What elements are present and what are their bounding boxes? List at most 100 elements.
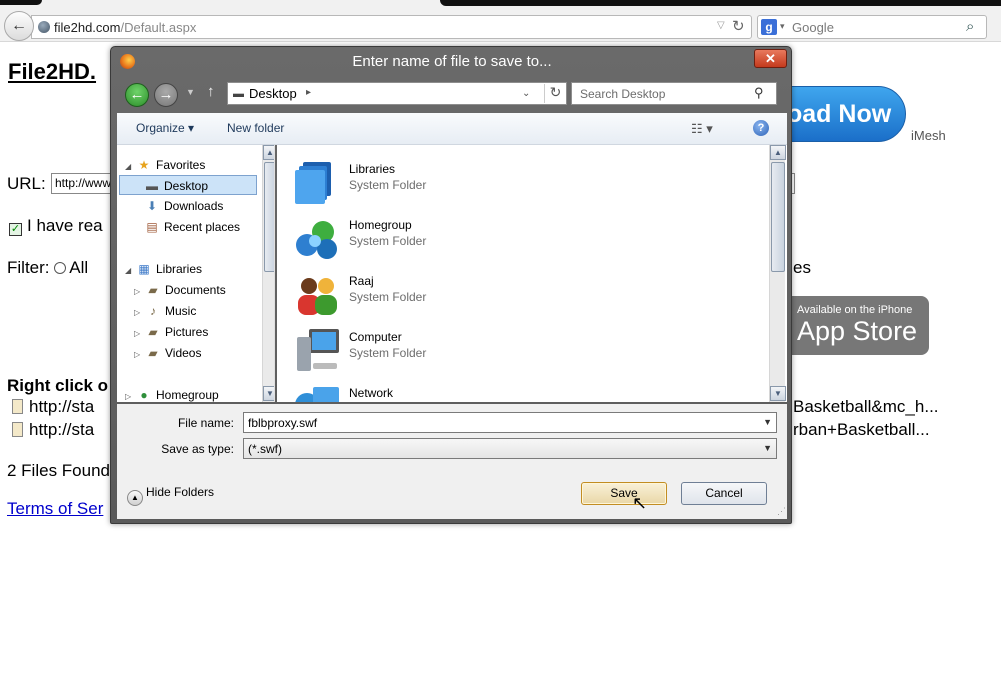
dialog-footer: ▲ Hide Folders Save Cancel ↖ ⋰: [117, 469, 787, 519]
change-view-icon[interactable]: ☷ ▾: [691, 121, 713, 137]
nav-favorites[interactable]: ◢ ★ Favorites: [125, 155, 205, 175]
nav-desktop[interactable]: ▬ Desktop: [119, 175, 257, 195]
browser-toolbar: file2hd.com/Default.aspx ▽ ↻ ← g ▾ Googl…: [0, 0, 1001, 42]
scroll-thumb[interactable]: [264, 162, 274, 272]
nav-pane-scrollbar[interactable]: ▲ ▼: [262, 145, 274, 402]
refresh-icon[interactable]: ↻: [544, 84, 566, 103]
recent-locations-dropdown-icon[interactable]: ▼: [186, 87, 195, 97]
music-icon: ♪: [150, 304, 156, 318]
files-found-text: 2 Files Found: [7, 461, 110, 480]
nav-pictures[interactable]: ▷ ▰ Pictures: [134, 322, 208, 342]
new-folder-button[interactable]: New folder: [227, 121, 284, 135]
nav-libraries[interactable]: ◢ ▦ Libraries: [125, 259, 202, 279]
agree-row: ✓ I have rea: [9, 216, 103, 236]
filter-row: Filter: All: [7, 258, 88, 278]
nav-homegroup[interactable]: ▷ ● Homegroup: [125, 385, 219, 402]
nav-libraries-label: Libraries: [156, 262, 203, 276]
scroll-down-icon[interactable]: ▼: [770, 386, 786, 401]
filter-right-text: es: [793, 258, 811, 277]
dialog-search-input[interactable]: Search Desktop ⚲: [571, 82, 777, 105]
organize-button[interactable]: Organize ▾: [136, 121, 194, 135]
libraries-folder-icon: [295, 162, 331, 204]
app-store-badge[interactable]: Available on the iPhone App Store: [784, 296, 929, 355]
breadcrumb-desktop[interactable]: Desktop: [249, 86, 297, 101]
user-folder-icon: [298, 278, 337, 315]
save-type-label: Save as type:: [161, 442, 234, 456]
collapsed-arrow-icon[interactable]: ▷: [134, 303, 145, 323]
file-link[interactable]: http://sta: [12, 420, 94, 440]
breadcrumb-dropdown-icon[interactable]: ⌄: [522, 88, 530, 99]
dialog-nav-row: ← → ▼ ↑ ▬ Desktop ▸ ⌄ ↻ Search Desktop ⚲: [117, 77, 787, 111]
nav-music[interactable]: ▷ ♪ Music: [134, 301, 196, 321]
dialog-back-button[interactable]: ←: [125, 83, 149, 107]
cancel-button[interactable]: Cancel: [681, 482, 767, 505]
file-link-tail[interactable]: rban+Basketball...: [793, 420, 930, 440]
collapsed-arrow-icon[interactable]: ▷: [134, 324, 145, 344]
search-placeholder: Google: [792, 20, 834, 35]
scroll-down-icon[interactable]: ▼: [263, 386, 274, 401]
site-title[interactable]: File2HD.: [8, 59, 96, 85]
file-list-scrollbar[interactable]: ▲ ▼: [769, 145, 786, 402]
agree-text: I have rea: [27, 216, 103, 235]
help-icon[interactable]: ?: [753, 120, 769, 136]
dialog-forward-button[interactable]: →: [154, 83, 178, 107]
chevron-down-icon[interactable]: ▼: [763, 443, 772, 453]
reload-icon[interactable]: ↻: [732, 17, 745, 35]
mouse-cursor-icon: ↖: [632, 493, 648, 513]
right-click-heading: Right click o: [7, 376, 109, 395]
filter-all-radio[interactable]: [54, 262, 67, 274]
scroll-up-icon[interactable]: ▲: [770, 145, 786, 160]
file-link-text[interactable]: http://sta: [29, 397, 94, 416]
save-button[interactable]: Save: [581, 482, 667, 505]
globe-icon: [38, 21, 50, 33]
breadcrumb-chevron-icon[interactable]: ▸: [306, 87, 311, 98]
computer-icon: [297, 329, 339, 371]
expand-arrow-icon[interactable]: ◢: [125, 261, 136, 281]
tab-strip: [0, 0, 1001, 6]
terms-link[interactable]: Terms of Ser: [7, 499, 103, 519]
search-icon[interactable]: ⌕: [966, 18, 974, 35]
breadcrumb[interactable]: ▬ Desktop ▸ ⌄ ↻: [227, 82, 567, 105]
collapsed-arrow-icon[interactable]: ▷: [134, 345, 145, 365]
scroll-up-icon[interactable]: ▲: [263, 145, 274, 160]
up-folder-icon[interactable]: ↑: [207, 83, 215, 100]
tab-strip-left: [0, 0, 42, 5]
address-bar[interactable]: file2hd.com/Default.aspx ▽ ↻: [31, 15, 752, 39]
url-input[interactable]: http://www: [51, 173, 111, 194]
scroll-thumb[interactable]: [771, 162, 785, 272]
file-name-input[interactable]: fblbproxy.swf ▼: [243, 412, 777, 433]
collapsed-arrow-icon[interactable]: ▷: [134, 282, 145, 302]
nav-documents-label: Documents: [165, 283, 226, 297]
file-name-value[interactable]: fblbproxy.swf: [248, 416, 317, 430]
nav-recent-places[interactable]: ▤ Recent places: [144, 217, 240, 237]
file-name: Raaj: [349, 274, 374, 288]
url-label: URL:: [7, 174, 46, 193]
nav-downloads[interactable]: ⬇ Downloads: [144, 196, 223, 216]
agree-checkbox[interactable]: ✓: [9, 223, 22, 236]
nav-videos[interactable]: ▷ ▰ Videos: [134, 343, 201, 363]
resize-grip-icon[interactable]: ⋰: [777, 506, 786, 517]
videos-icon: ▰: [148, 346, 158, 360]
save-type-select[interactable]: (*.swf) ▼: [243, 438, 777, 459]
history-dropdown-icon[interactable]: ▽: [717, 20, 725, 31]
expand-arrow-icon[interactable]: ◢: [125, 157, 136, 177]
app-store-big: App Store: [797, 316, 918, 346]
file-name-label: File name:: [177, 416, 234, 430]
nav-downloads-label: Downloads: [164, 199, 224, 213]
star-icon: ★: [138, 158, 150, 172]
file-link-tail[interactable]: Basketball&mc_h...: [793, 397, 939, 417]
file-link-text[interactable]: http://sta: [29, 420, 94, 439]
file-link[interactable]: http://sta: [12, 397, 94, 417]
hide-folders-button[interactable]: ▲ Hide Folders: [127, 485, 214, 506]
chevron-up-icon: ▲: [127, 490, 143, 506]
collapsed-arrow-icon[interactable]: ▷: [125, 387, 136, 402]
nav-documents[interactable]: ▷ ▰ Documents: [134, 280, 226, 300]
save-type-value: (*.swf): [248, 442, 282, 456]
nav-desktop-label: Desktop: [164, 179, 209, 193]
search-bar[interactable]: g ▾ Google ⌕: [757, 15, 987, 39]
close-button[interactable]: ✕: [754, 49, 787, 68]
nav-music-label: Music: [165, 304, 197, 318]
search-engine-dropdown-icon[interactable]: ▾: [780, 21, 785, 32]
back-button[interactable]: ←: [4, 11, 34, 41]
chevron-down-icon[interactable]: ▼: [763, 417, 772, 427]
